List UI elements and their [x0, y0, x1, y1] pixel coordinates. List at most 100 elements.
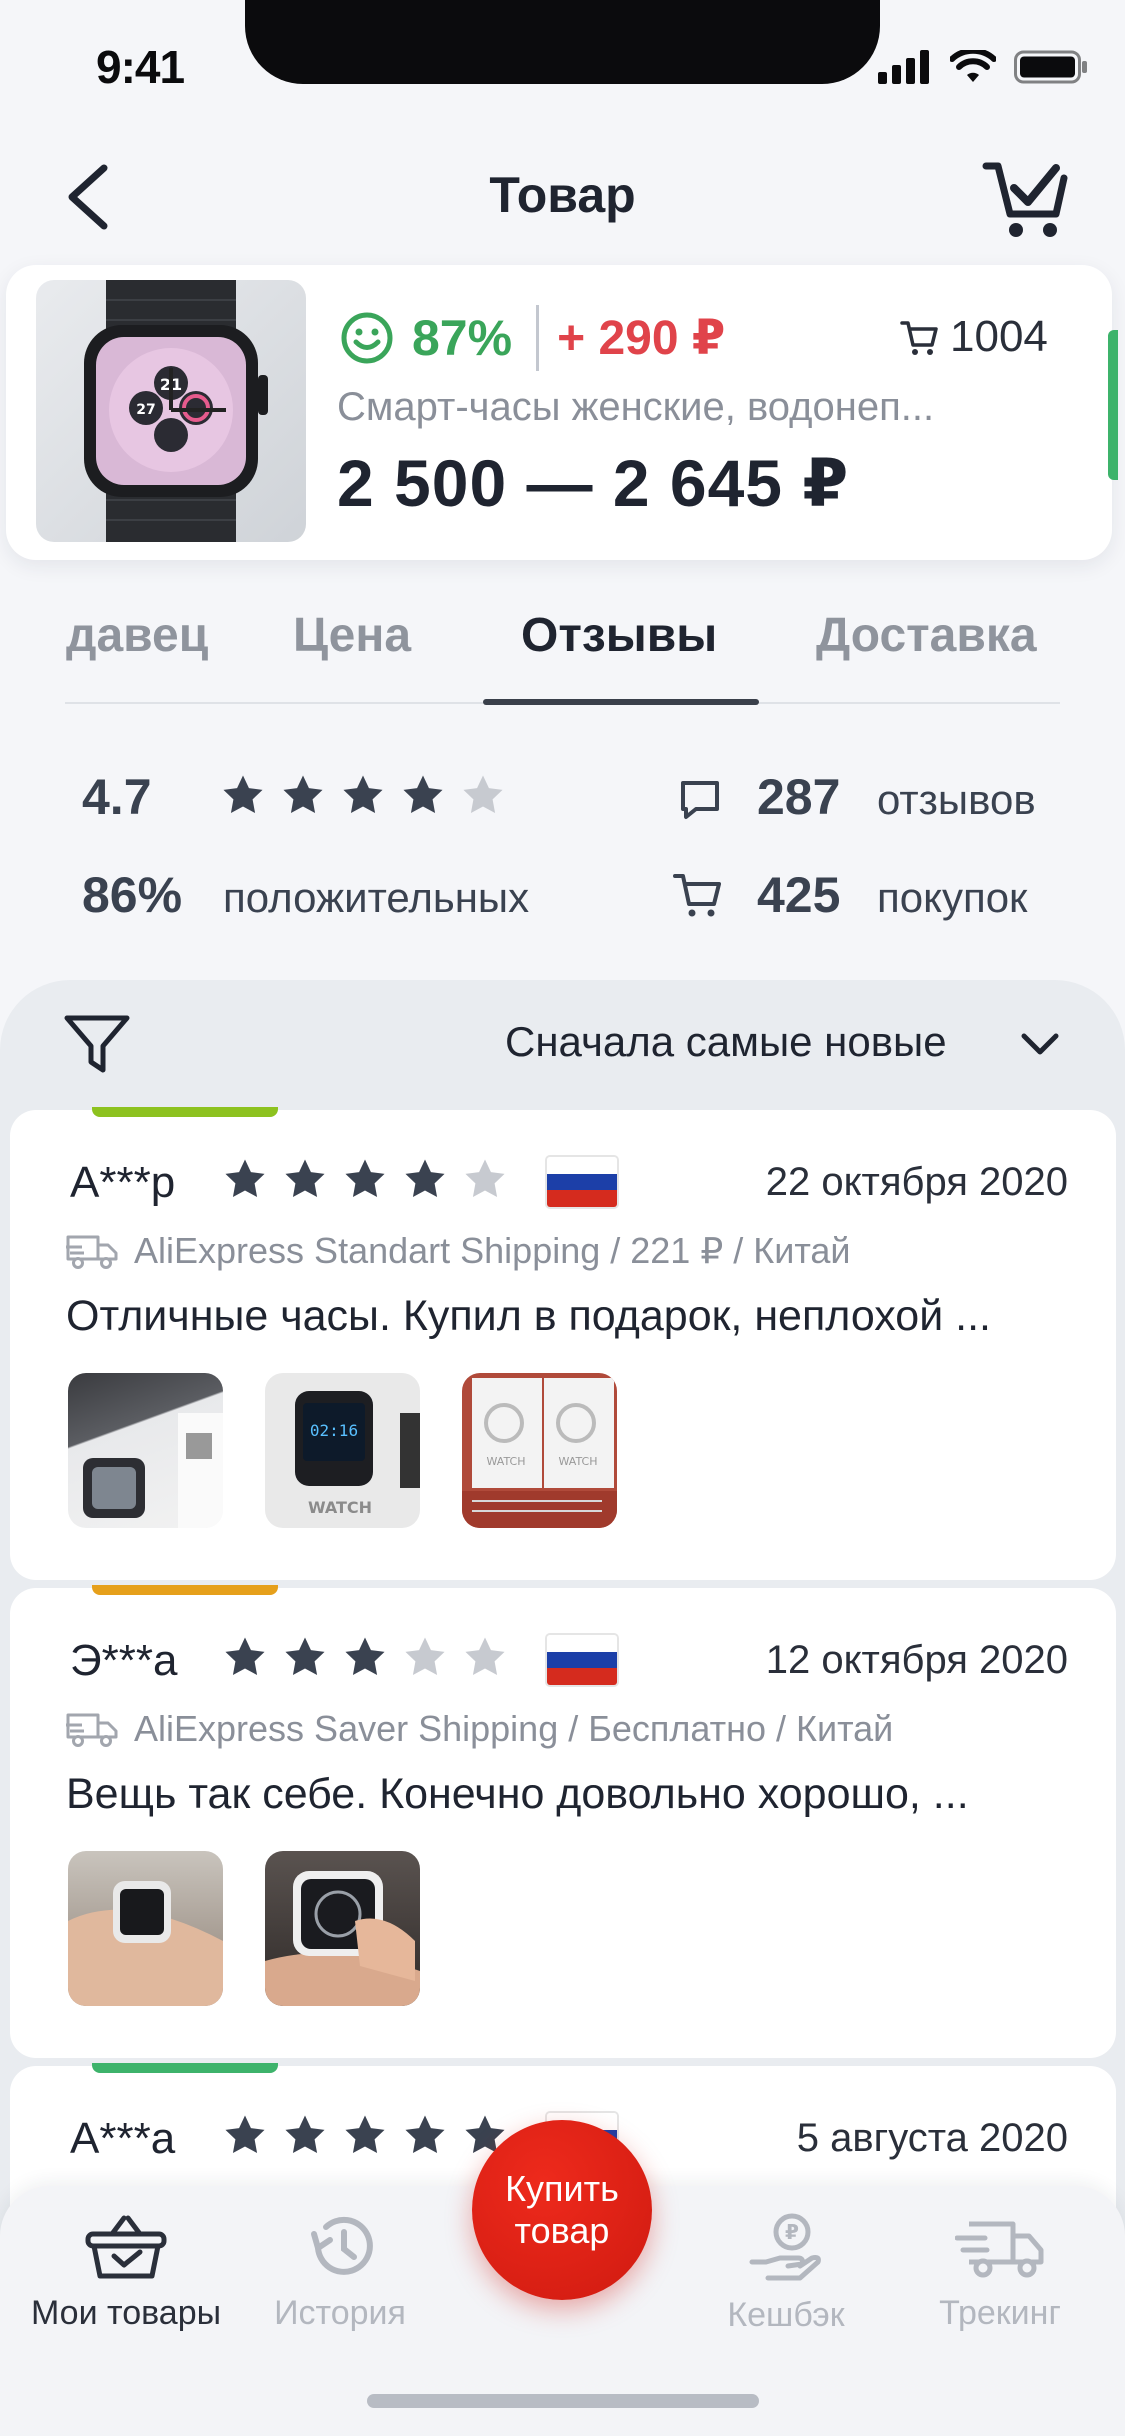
tab-delivery[interactable]: Доставка — [816, 608, 1037, 663]
review-photos — [68, 1851, 420, 2006]
star-filled-icon — [345, 1159, 385, 1198]
sort-dropdown[interactable]: Сначала самые новые — [505, 1018, 947, 1066]
review-text[interactable]: Вещь так себе. Конечно довольно хорошо, … — [66, 1770, 1076, 1819]
nav-my-goods[interactable]: Мои товары — [16, 2212, 236, 2333]
star-filled-icon — [345, 1637, 385, 1676]
nav-my-goods-label: Мои товары — [30, 2294, 222, 2332]
star-filled-icon — [345, 2115, 385, 2154]
tab-reviews[interactable]: Отзывы — [521, 608, 717, 663]
svg-text:₽: ₽ — [785, 2220, 799, 2244]
review-author: Э***а — [70, 1636, 178, 1685]
review-photo[interactable] — [68, 1373, 223, 1528]
cart-purchases-icon — [673, 874, 721, 917]
review-tag — [92, 2063, 278, 2073]
reviews-count: 287 — [757, 769, 841, 825]
review-stars — [222, 2112, 508, 2158]
average-stars — [220, 772, 506, 818]
star-empty-icon — [465, 1637, 505, 1676]
star-filled-icon — [405, 2115, 445, 2154]
shipping-text: AliExpress Saver Shipping / Бесплатно / … — [134, 1708, 894, 1749]
thumb-label: WATCH — [487, 1455, 526, 1468]
active-tab-indicator — [483, 699, 759, 705]
review-stars — [222, 1634, 508, 1680]
truck-icon — [955, 2221, 1044, 2278]
watch-face-left-num: 27 — [136, 402, 155, 418]
buy-button-line1: Купить — [505, 2168, 619, 2209]
nav-tracking[interactable]: Трекинг — [890, 2212, 1110, 2333]
review-date: 22 октября 2020 — [765, 1160, 1068, 1204]
cart-icon — [900, 321, 938, 355]
purchases-label: покупок — [877, 874, 1028, 921]
chevron-down-icon[interactable] — [1018, 1022, 1062, 1066]
review-photos: 02:16 WATCH WATCH WATCH — [68, 1373, 617, 1528]
orders-count: 1004 — [900, 312, 1048, 362]
product-image[interactable]: 21 27 — [36, 280, 306, 542]
average-rating: 4.7 — [82, 769, 152, 825]
truck-icon — [66, 1713, 118, 1747]
purchases-count: 425 — [757, 867, 841, 923]
side-accent-bar — [1108, 330, 1118, 480]
nav-history[interactable]: История — [230, 2212, 450, 2333]
review-tag — [92, 1107, 278, 1117]
review-author: А***р — [70, 1158, 176, 1207]
tab-seller[interactable]: давец — [66, 608, 208, 663]
review-photo[interactable]: WATCH WATCH — [462, 1373, 617, 1528]
rating-row: 87% + 290 ₽ — [340, 305, 725, 371]
star-filled-icon — [225, 2115, 265, 2154]
shipping-text: AliExpress Standart Shipping / 221 ₽ / К… — [134, 1230, 851, 1271]
review-card[interactable]: Э***а 12 октября 2020 AliExpress Saver S… — [10, 1585, 1116, 2058]
review-tag — [92, 1585, 278, 1595]
product-name: Смарт-часы женские, водонеп... — [337, 385, 935, 429]
star-filled-icon — [403, 775, 443, 814]
review-stars — [222, 1156, 508, 1202]
review-photo[interactable] — [265, 1851, 420, 2006]
shipping-info: AliExpress Saver Shipping / Бесплатно / … — [66, 1708, 893, 1750]
star-filled-icon — [405, 1159, 445, 1198]
section-tabs: давец Цена Отзывы Доставка — [0, 600, 1125, 710]
cashback-hand-icon: ₽ — [749, 2213, 821, 2281]
price-delta: + 290 ₽ — [557, 312, 726, 365]
orders-count-value: 1004 — [950, 312, 1048, 361]
cart-check-icon[interactable] — [980, 152, 1070, 242]
battery-icon — [1014, 50, 1087, 84]
review-date: 12 октября 2020 — [765, 1638, 1068, 1682]
thumb-label: WATCH — [308, 1498, 372, 1517]
review-text[interactable]: Отличные часы. Купил в подарок, неплохой… — [66, 1292, 1076, 1341]
nav-cashback-label: Кешбэк — [727, 2296, 845, 2334]
reviews-label: отзывов — [877, 776, 1036, 823]
nav-cashback[interactable]: ₽ Кешбэк — [676, 2212, 896, 2335]
wifi-icon — [950, 50, 996, 82]
filter-icon[interactable] — [62, 1010, 132, 1080]
buy-button[interactable]: Купить товар — [472, 2120, 652, 2300]
svg-text:02:16: 02:16 — [310, 1421, 358, 1440]
russia-flag-icon — [545, 1633, 619, 1687]
star-filled-icon — [343, 775, 383, 814]
status-time: 9:41 — [96, 41, 185, 93]
star-filled-icon — [285, 1637, 325, 1676]
star-empty-icon — [405, 1637, 445, 1676]
positive-label: положительных — [223, 874, 530, 921]
buy-button-line2: товар — [514, 2210, 610, 2251]
divider — [536, 305, 540, 371]
star-filled-icon — [283, 775, 323, 814]
star-filled-icon — [225, 1159, 265, 1198]
review-author: А***а — [70, 2114, 176, 2163]
comment-icon — [681, 781, 719, 819]
nav-history-label: История — [274, 2294, 406, 2332]
truck-icon — [66, 1235, 118, 1269]
page-title: Товар — [489, 167, 636, 223]
review-photo[interactable]: 02:16 WATCH — [265, 1373, 420, 1528]
positive-percent: 86% — [82, 867, 183, 923]
star-empty-icon — [465, 1159, 505, 1198]
shipping-info: AliExpress Standart Shipping / 221 ₽ / К… — [66, 1230, 851, 1272]
tab-price[interactable]: Цена — [293, 608, 411, 663]
star-empty-icon — [463, 775, 503, 814]
review-card[interactable]: А***р 22 октября 2020 AliExpress Standar… — [10, 1107, 1116, 1580]
history-icon — [311, 2216, 373, 2275]
smile-icon — [341, 312, 393, 364]
status-icons — [878, 50, 1088, 84]
star-filled-icon — [223, 775, 263, 814]
basket-icon — [85, 2215, 167, 2279]
review-photo[interactable] — [68, 1851, 223, 2006]
home-indicator — [367, 2394, 759, 2408]
